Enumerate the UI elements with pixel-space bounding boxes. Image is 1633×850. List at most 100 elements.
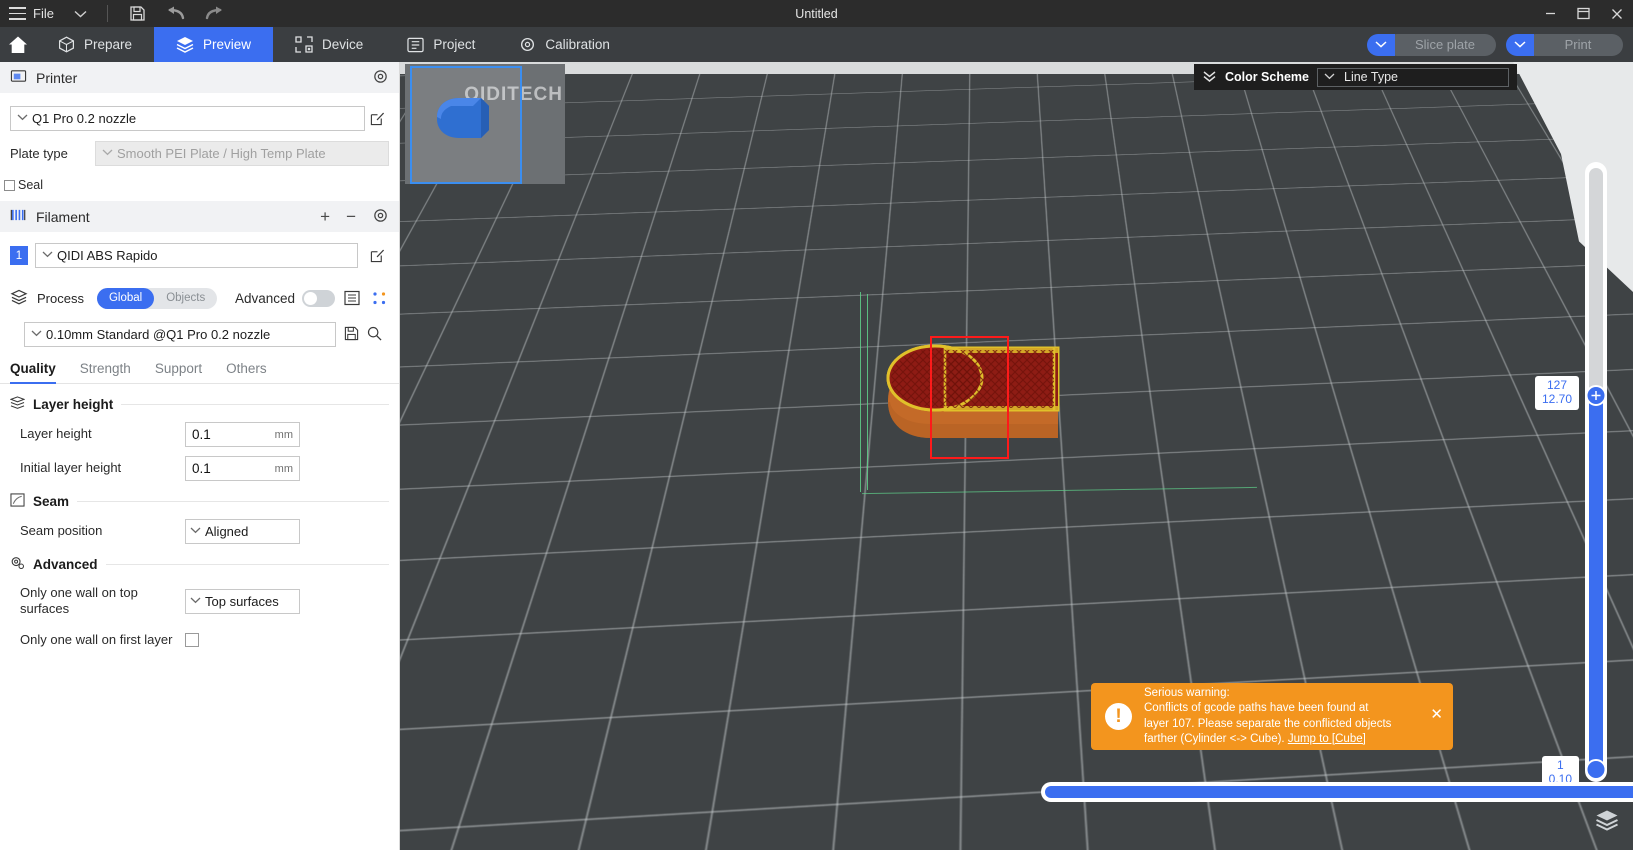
- project-icon: [407, 37, 424, 53]
- exclamation-icon: !: [1105, 703, 1132, 730]
- color-scheme-select[interactable]: Line Type: [1317, 67, 1509, 87]
- layer-slider-upper-handle[interactable]: [1585, 385, 1607, 406]
- printer-edit-icon[interactable]: [365, 111, 389, 126]
- tab-quality[interactable]: Quality: [10, 361, 56, 384]
- main-toolbar: Prepare Preview Device Project Calibrati…: [0, 27, 1633, 62]
- file-menu-label[interactable]: File: [33, 6, 54, 21]
- filament-edit-icon[interactable]: [365, 248, 389, 263]
- layer-height-input[interactable]: 0.1 mm: [185, 422, 300, 447]
- tab-support[interactable]: Support: [155, 361, 202, 383]
- plate-type-label: Plate type: [10, 146, 68, 161]
- process-compare-icon[interactable]: [369, 291, 389, 306]
- filament-combo[interactable]: QIDI ABS Rapido: [35, 243, 358, 268]
- remove-filament-button[interactable]: −: [346, 208, 356, 225]
- conflict-selection-box: [930, 336, 1009, 459]
- layers-icon: [176, 36, 194, 53]
- tab-calibration[interactable]: Calibration: [497, 27, 632, 62]
- warning-close-icon[interactable]: ✕: [1430, 705, 1443, 723]
- filament-index-badge[interactable]: 1: [10, 246, 28, 265]
- process-scope-objects[interactable]: Objects: [154, 288, 217, 309]
- process-scope-global[interactable]: Global: [96, 287, 155, 309]
- layer-slider-lower-layer: 1: [1556, 758, 1564, 773]
- advanced-gear-icon: [10, 556, 25, 573]
- cube-icon: [58, 36, 75, 53]
- filament-chevron-down-icon: [42, 250, 53, 261]
- seal-checkbox[interactable]: [4, 179, 15, 191]
- warning-jump-link[interactable]: Jump to [Cube]: [1288, 733, 1366, 745]
- process-scope-segmented[interactable]: Global Objects: [96, 287, 218, 309]
- plate-type-chevron-down-icon: [102, 148, 113, 159]
- tab-project-label: Project: [433, 37, 476, 52]
- group-seam-title: Seam: [33, 494, 70, 509]
- group-divider: [105, 564, 389, 565]
- toolbar-actions: Slice plate Print: [1367, 27, 1633, 62]
- initial-layer-height-value: 0.1: [192, 461, 211, 476]
- group-seam: Seam: [0, 493, 399, 510]
- field-only-one-wall-first-label: Only one wall on first layer: [20, 631, 173, 647]
- slice-plate-button-label[interactable]: Slice plate: [1386, 33, 1496, 56]
- 3d-viewport[interactable]: QIDITECH Color Scheme Line Type 127 12.7…: [400, 62, 1633, 850]
- close-button[interactable]: [1600, 0, 1633, 27]
- minimize-button[interactable]: [1534, 0, 1567, 27]
- slice-plate-chevron-down-icon[interactable]: [1367, 33, 1395, 56]
- initial-layer-height-input[interactable]: 0.1 mm: [185, 456, 300, 481]
- add-filament-button[interactable]: +: [320, 208, 330, 225]
- filament-settings-gear-icon[interactable]: [372, 207, 389, 227]
- tab-others[interactable]: Others: [226, 361, 267, 383]
- tab-prepare[interactable]: Prepare: [36, 27, 154, 62]
- save-icon[interactable]: [125, 3, 151, 25]
- move-slider[interactable]: 588: [1041, 782, 1633, 802]
- group-advanced: Advanced: [0, 556, 399, 573]
- undo-arrow-icon[interactable]: [163, 3, 189, 25]
- file-menu-chevron-down-icon[interactable]: [74, 10, 87, 18]
- layers-stack-icon[interactable]: [1595, 809, 1619, 836]
- seam-position-select[interactable]: Aligned: [185, 519, 300, 544]
- chevron-double-down-icon[interactable]: [1202, 70, 1217, 85]
- layer-slider-lower-handle[interactable]: [1585, 759, 1607, 780]
- field-initial-layer-height: Initial layer height 0.1 mm: [0, 456, 399, 481]
- color-scheme-bar[interactable]: Color Scheme Line Type: [1193, 64, 1517, 90]
- process-list-icon[interactable]: [342, 290, 362, 306]
- window-title: Untitled: [795, 6, 838, 21]
- process-save-icon[interactable]: [344, 326, 359, 344]
- print-split-button[interactable]: Print: [1506, 33, 1623, 56]
- print-chevron-down-icon[interactable]: [1506, 33, 1534, 56]
- layer-slider-upper-height: 12.70: [1541, 391, 1572, 406]
- printer-section-header: Printer: [0, 62, 399, 93]
- field-only-one-wall-top: Only one wall on top surfaces Top surfac…: [0, 585, 399, 618]
- plate-type-value: Smooth PEI Plate / High Temp Plate: [117, 146, 326, 161]
- redo-arrow-icon[interactable]: [201, 3, 227, 25]
- printer-model-chevron-down-icon: [17, 113, 28, 124]
- printer-settings-gear-icon[interactable]: [372, 68, 389, 88]
- printer-model-value: Q1 Pro 0.2 nozzle: [32, 111, 137, 126]
- only-one-wall-top-select[interactable]: Top surfaces: [185, 588, 300, 614]
- advanced-toggle-group: Advanced: [235, 289, 389, 307]
- tab-project[interactable]: Project: [385, 27, 497, 62]
- printer-section-actions: [372, 68, 389, 88]
- plate-type-combo[interactable]: Smooth PEI Plate / High Temp Plate: [95, 141, 389, 166]
- filament-section-title: Filament: [36, 208, 90, 225]
- menu-hamburger-icon[interactable]: [9, 7, 26, 20]
- printer-model-combo[interactable]: Q1 Pro 0.2 nozzle: [10, 106, 365, 131]
- plate-thumbnail[interactable]: QIDITECH: [405, 64, 565, 184]
- process-section-header: Process Global Objects Advanced: [0, 282, 399, 314]
- only-one-wall-first-checkbox[interactable]: [185, 632, 199, 647]
- tab-preview[interactable]: Preview: [154, 27, 274, 62]
- layer-slider[interactable]: 127 12.70 1 0.10: [1534, 162, 1607, 790]
- home-icon[interactable]: [0, 27, 36, 62]
- color-scheme-label: Color Scheme: [1224, 70, 1309, 84]
- print-button-label[interactable]: Print: [1525, 33, 1623, 56]
- tab-device[interactable]: Device: [273, 27, 385, 62]
- filament-section-actions: + −: [320, 207, 389, 227]
- tab-strength[interactable]: Strength: [80, 361, 131, 383]
- process-preset-combo[interactable]: 0.10mm Standard @Q1 Pro 0.2 nozzle: [24, 322, 336, 347]
- process-preset-row: 0.10mm Standard @Q1 Pro 0.2 nozzle: [0, 322, 399, 347]
- maximize-button[interactable]: [1567, 0, 1600, 27]
- advanced-toggle[interactable]: [302, 289, 335, 307]
- color-scheme-value: Line Type: [1344, 70, 1398, 84]
- warning-text: Serious warning: Conflicts of gcode path…: [1144, 686, 1418, 747]
- field-initial-layer-height-label: Initial layer height: [20, 460, 122, 476]
- process-search-icon[interactable]: [367, 326, 382, 344]
- seal-row[interactable]: Seal: [0, 178, 399, 192]
- slice-plate-split-button[interactable]: Slice plate: [1367, 33, 1496, 56]
